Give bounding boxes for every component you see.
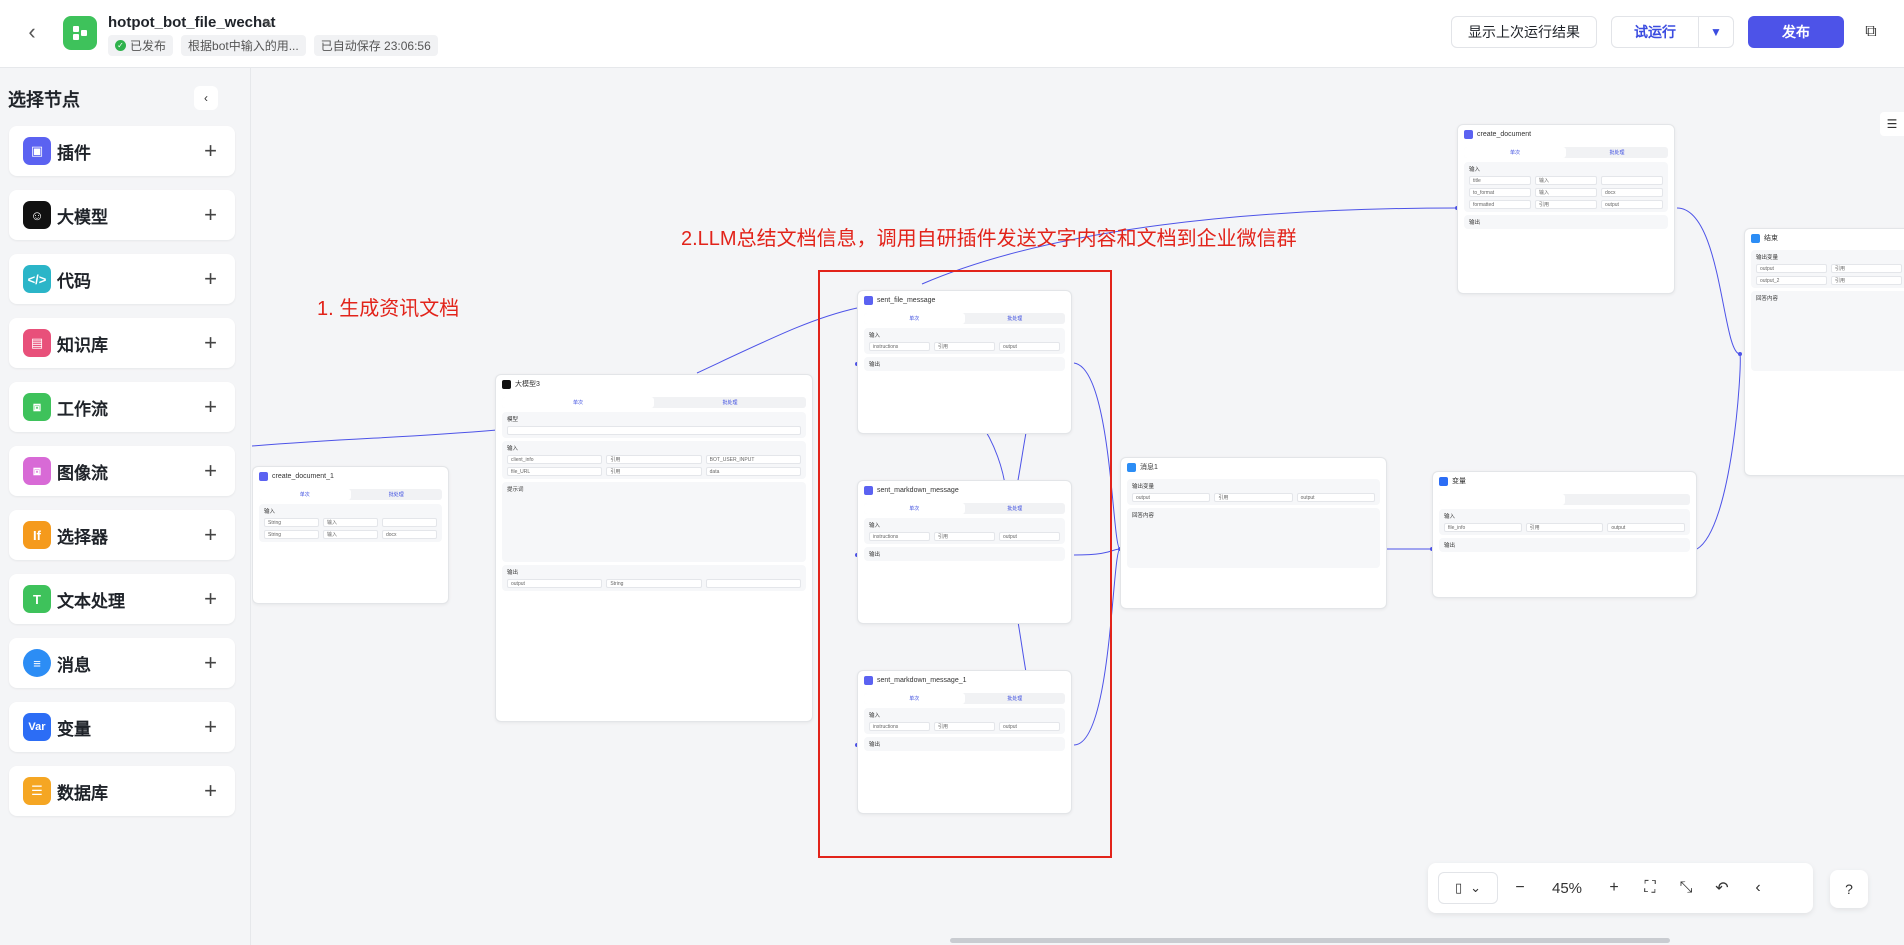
show-last-run-button[interactable]: 显示上次运行结果: [1451, 16, 1597, 48]
text-icon: T: [23, 585, 51, 613]
workflow-title: hotpot_bot_file_wechat: [108, 14, 276, 31]
highlight-box: [818, 270, 1112, 858]
sidebar-item-knowledge[interactable]: ▤ 知识库 +: [9, 318, 235, 368]
collapse-icon[interactable]: ‹: [194, 86, 218, 110]
zoom-in-icon[interactable]: +: [1600, 874, 1628, 902]
panel-toggle-icon[interactable]: ☰: [1880, 112, 1904, 136]
code-icon: </>: [23, 265, 51, 293]
description-tag: 根据bot中输入的用...: [181, 35, 306, 56]
plus-icon[interactable]: +: [204, 650, 217, 676]
sidebar-item-llm[interactable]: ☺ 大模型 +: [9, 190, 235, 240]
status-badge: ✓ 已发布: [108, 35, 174, 56]
workflow-app-icon: [63, 16, 97, 50]
sidebar-item-workflow[interactable]: ⧈ 工作流 +: [9, 382, 235, 432]
plus-icon[interactable]: +: [204, 202, 217, 228]
undo-icon[interactable]: ↶: [1708, 874, 1736, 902]
plus-icon[interactable]: +: [204, 586, 217, 612]
sidebar-item-message[interactable]: ≡ 消息 +: [9, 638, 235, 688]
interaction-mode-select[interactable]: ▯ ⌄: [1438, 872, 1498, 904]
variable-icon: Var: [23, 713, 51, 741]
cube-icon: ▣: [23, 137, 51, 165]
sidebar-item-imageflow[interactable]: ⧈ 图像流 +: [9, 446, 235, 496]
copy-icon[interactable]: ⧉: [1858, 19, 1884, 45]
trial-run-button[interactable]: 试运行 ▼: [1611, 16, 1734, 48]
annotation-step-1: 1. 生成资讯文档: [317, 298, 460, 320]
selector-icon: If: [23, 521, 51, 549]
publish-button[interactable]: 发布: [1748, 16, 1844, 48]
autosave-status: 已自动保存 23:06:56: [313, 35, 438, 56]
chevron-down-icon: ⌄: [1470, 880, 1482, 895]
node-create-document-1[interactable]: create_document_1 单次 批处理 输入 String 输入 String…: [252, 466, 449, 604]
plus-icon[interactable]: +: [204, 778, 217, 804]
llm-icon: ☺: [23, 201, 51, 229]
sidebar-title: 选择节点: [8, 90, 80, 110]
fit-view-icon[interactable]: ⛶: [1636, 874, 1664, 902]
zoom-level: 45%: [1551, 879, 1583, 897]
zoom-out-icon[interactable]: −: [1506, 874, 1534, 902]
annotation-step-2: 2.LLM总结文档信息，调用自研插件发送文字内容和文档到企业微信群: [681, 228, 1297, 250]
node-message[interactable]: 消息1 输出变量 output 引用 output 回答内容: [1120, 457, 1387, 609]
workflow-icon: ⧈: [23, 393, 51, 421]
help-icon[interactable]: ?: [1830, 870, 1868, 908]
node-create-document[interactable]: create_document 单次 批处理 输入 title 输入 to_format…: [1457, 124, 1675, 294]
chevron-down-icon[interactable]: ▼: [1699, 17, 1733, 47]
message-icon: ≡: [23, 649, 51, 677]
node-end[interactable]: 结束 输出变量 output 引用 output_2 引用 回答内容: [1744, 228, 1904, 476]
mouse-icon: ▯: [1454, 880, 1463, 895]
sidebar-item-plugin[interactable]: ▣ 插件 +: [9, 126, 235, 176]
workflow-canvas[interactable]: create_document_1 单次 批处理 输入 String 输入 String…: [252, 68, 1904, 945]
sidebar-item-text[interactable]: T 文本处理 +: [9, 574, 235, 624]
plus-icon[interactable]: +: [204, 138, 217, 164]
plus-icon[interactable]: +: [204, 330, 217, 356]
plus-icon[interactable]: +: [204, 266, 217, 292]
database-icon: ☰: [23, 777, 51, 805]
sidebar-item-code[interactable]: </> 代码 +: [9, 254, 235, 304]
imageflow-icon: ⧈: [23, 457, 51, 485]
collapse-all-icon[interactable]: ⤡: [1672, 874, 1700, 902]
horizontal-scrollbar[interactable]: [950, 938, 1670, 943]
back-icon[interactable]: ‹: [20, 19, 44, 44]
plus-icon[interactable]: +: [204, 714, 217, 740]
layout-icon[interactable]: ‹: [1744, 874, 1772, 902]
knowledge-icon: ▤: [23, 329, 51, 357]
node-sidebar: 选择节点 ‹ ▣ 插件 + ☺ 大模型 + </> 代码 + ▤ 知识库 + ⧈…: [0, 68, 251, 945]
plus-icon[interactable]: +: [204, 394, 217, 420]
sidebar-item-database[interactable]: ☰ 数据库 +: [9, 766, 235, 816]
top-bar: ‹ hotpot_bot_file_wechat ✎ ✓ 已发布 根据bot中输入…: [0, 0, 1904, 68]
canvas-toolbar: ▯ ⌄ − 45% + ⛶ ⤡ ↶ ‹: [1428, 863, 1813, 913]
sidebar-item-selector[interactable]: If 选择器 +: [9, 510, 235, 560]
node-variable[interactable]: 变量 输入 file_info 引用 output 输出: [1432, 471, 1697, 598]
plus-icon[interactable]: +: [204, 522, 217, 548]
node-llm[interactable]: 大模型3 单次 批处理 模型 输入 client_info 引用 BOT_USER_IN…: [495, 374, 813, 722]
plus-icon[interactable]: +: [204, 458, 217, 484]
sidebar-item-variable[interactable]: Var 变量 +: [9, 702, 235, 752]
edit-icon[interactable]: ✎: [262, 16, 273, 32]
